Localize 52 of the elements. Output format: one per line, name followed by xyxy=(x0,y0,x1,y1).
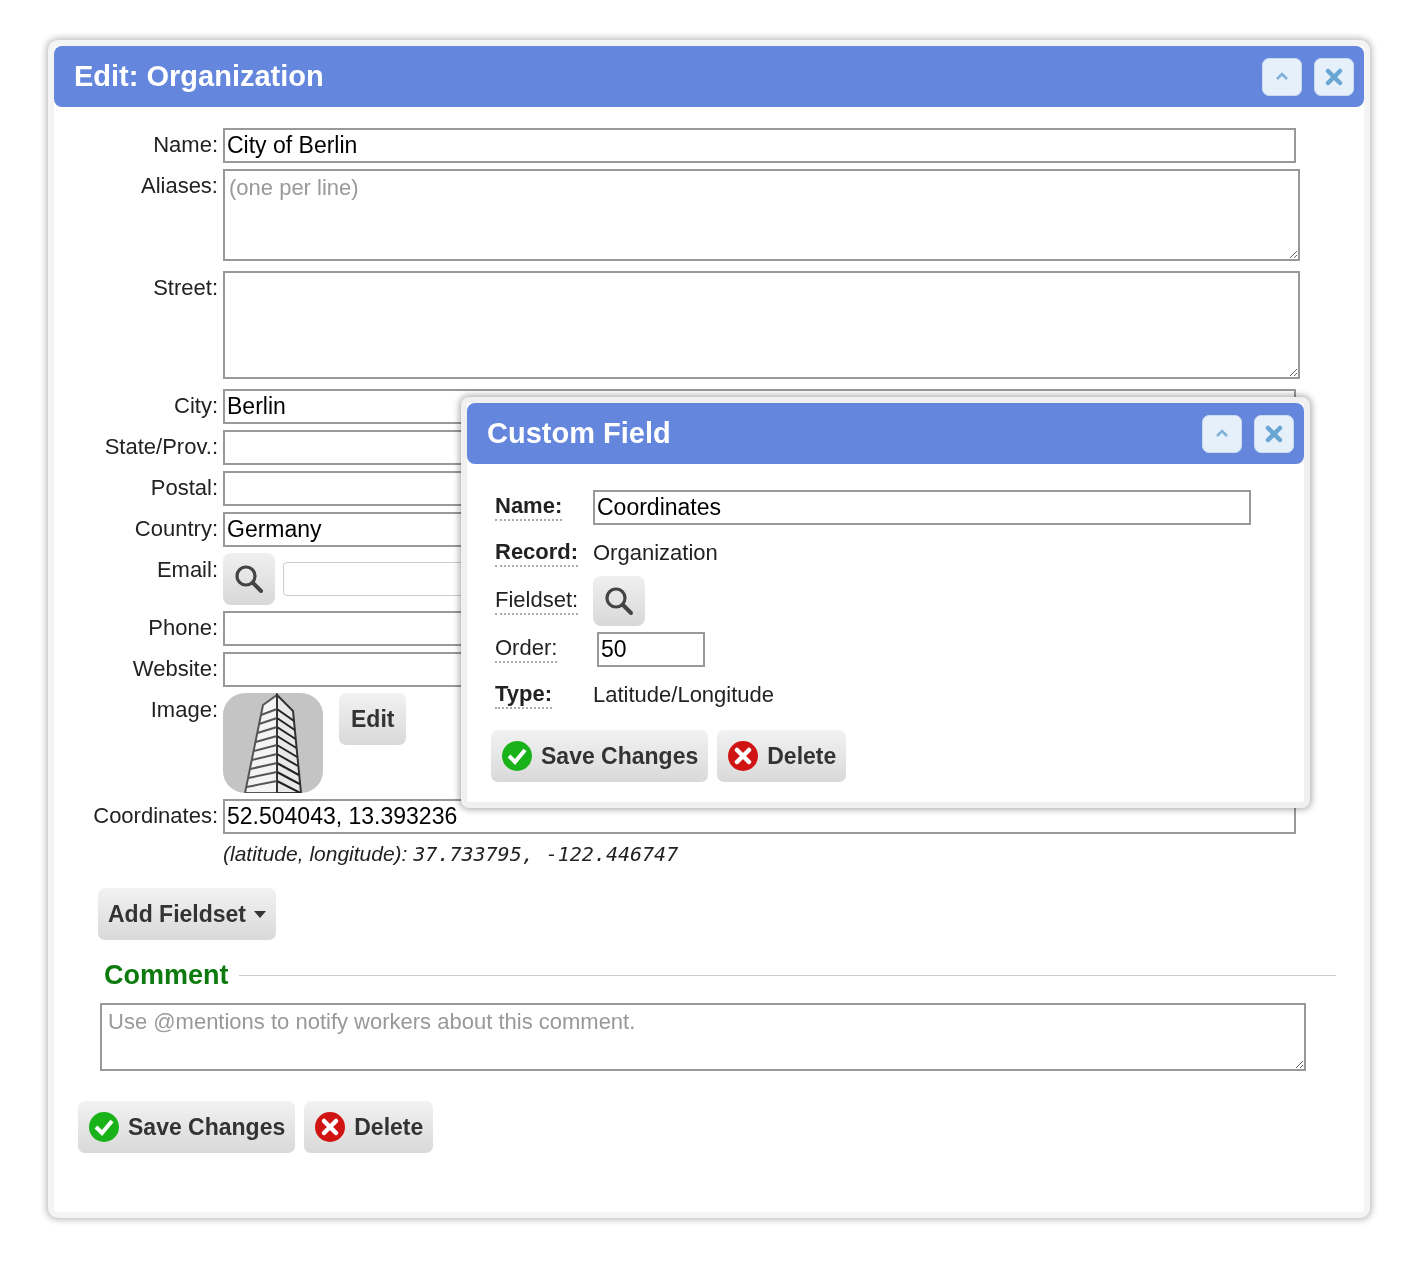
collapse-button[interactable] xyxy=(1262,57,1302,96)
dialog-title: Custom Field xyxy=(487,417,671,450)
field-label: Fieldset: xyxy=(495,587,579,615)
search-button[interactable] xyxy=(593,576,645,626)
caret-up-icon xyxy=(1215,429,1229,438)
field-label: Aliases: xyxy=(139,172,218,199)
close-button[interactable] xyxy=(1254,414,1294,453)
dialog-title: Edit: Organization xyxy=(74,60,324,93)
checkmark-icon xyxy=(501,740,533,772)
field-label: Type: xyxy=(495,681,553,709)
field-label: Email: xyxy=(155,556,218,583)
delete-button[interactable]: Delete xyxy=(304,1101,434,1153)
checkmark-icon xyxy=(88,1111,120,1143)
field-label: Order: xyxy=(495,635,558,663)
field-label: Country: xyxy=(133,515,218,542)
text-area[interactable] xyxy=(223,271,1300,379)
field-label: Name: xyxy=(495,493,563,521)
delete-icon xyxy=(727,740,760,772)
delete-icon xyxy=(314,1111,347,1143)
field-label: Image: xyxy=(149,696,218,723)
search-icon xyxy=(233,563,265,595)
search-icon xyxy=(603,585,635,617)
field-label: Record: xyxy=(495,539,579,567)
field-label: Website: xyxy=(131,655,218,682)
add-fieldset-button[interactable]: Add Fieldset xyxy=(98,888,276,940)
text-field[interactable]: City of Berlin xyxy=(223,128,1296,163)
field-label: City: xyxy=(173,392,218,419)
save-changes-button[interactable]: Save Changes xyxy=(491,730,709,782)
comment-heading: Comment xyxy=(103,960,230,991)
field-value: Latitude/Longitude xyxy=(593,682,775,708)
field-label: Street: xyxy=(152,274,218,301)
field-label: State/Prov.: xyxy=(103,433,218,460)
field-label: Coordinates: xyxy=(92,802,218,829)
field-label: Phone: xyxy=(147,614,218,641)
text-field[interactable]: Coordinates xyxy=(593,489,1251,525)
comment-field[interactable]: Use @mentions to notify workers about this comment. xyxy=(100,1003,1306,1071)
text-field[interactable]: 50 xyxy=(597,631,705,667)
close-icon xyxy=(1325,67,1343,86)
field-label: Postal: xyxy=(149,474,218,501)
close-button[interactable] xyxy=(1314,57,1354,96)
save-changes-button[interactable]: Save Changes xyxy=(78,1101,296,1153)
caret-down-icon xyxy=(254,910,266,918)
collapse-button[interactable] xyxy=(1202,414,1242,453)
edit-button[interactable]: Edit xyxy=(339,693,407,745)
format-hint: (latitude, longitude): 37.733795, -122.446747 xyxy=(223,842,680,866)
close-icon xyxy=(1265,424,1283,443)
search-button[interactable] xyxy=(223,553,275,605)
caret-up-icon xyxy=(1275,72,1289,81)
field-value: Organization xyxy=(593,540,718,566)
field-label: Name: xyxy=(152,131,218,158)
text-area[interactable]: (one per line) xyxy=(223,169,1300,261)
delete-button[interactable]: Delete xyxy=(717,730,847,782)
